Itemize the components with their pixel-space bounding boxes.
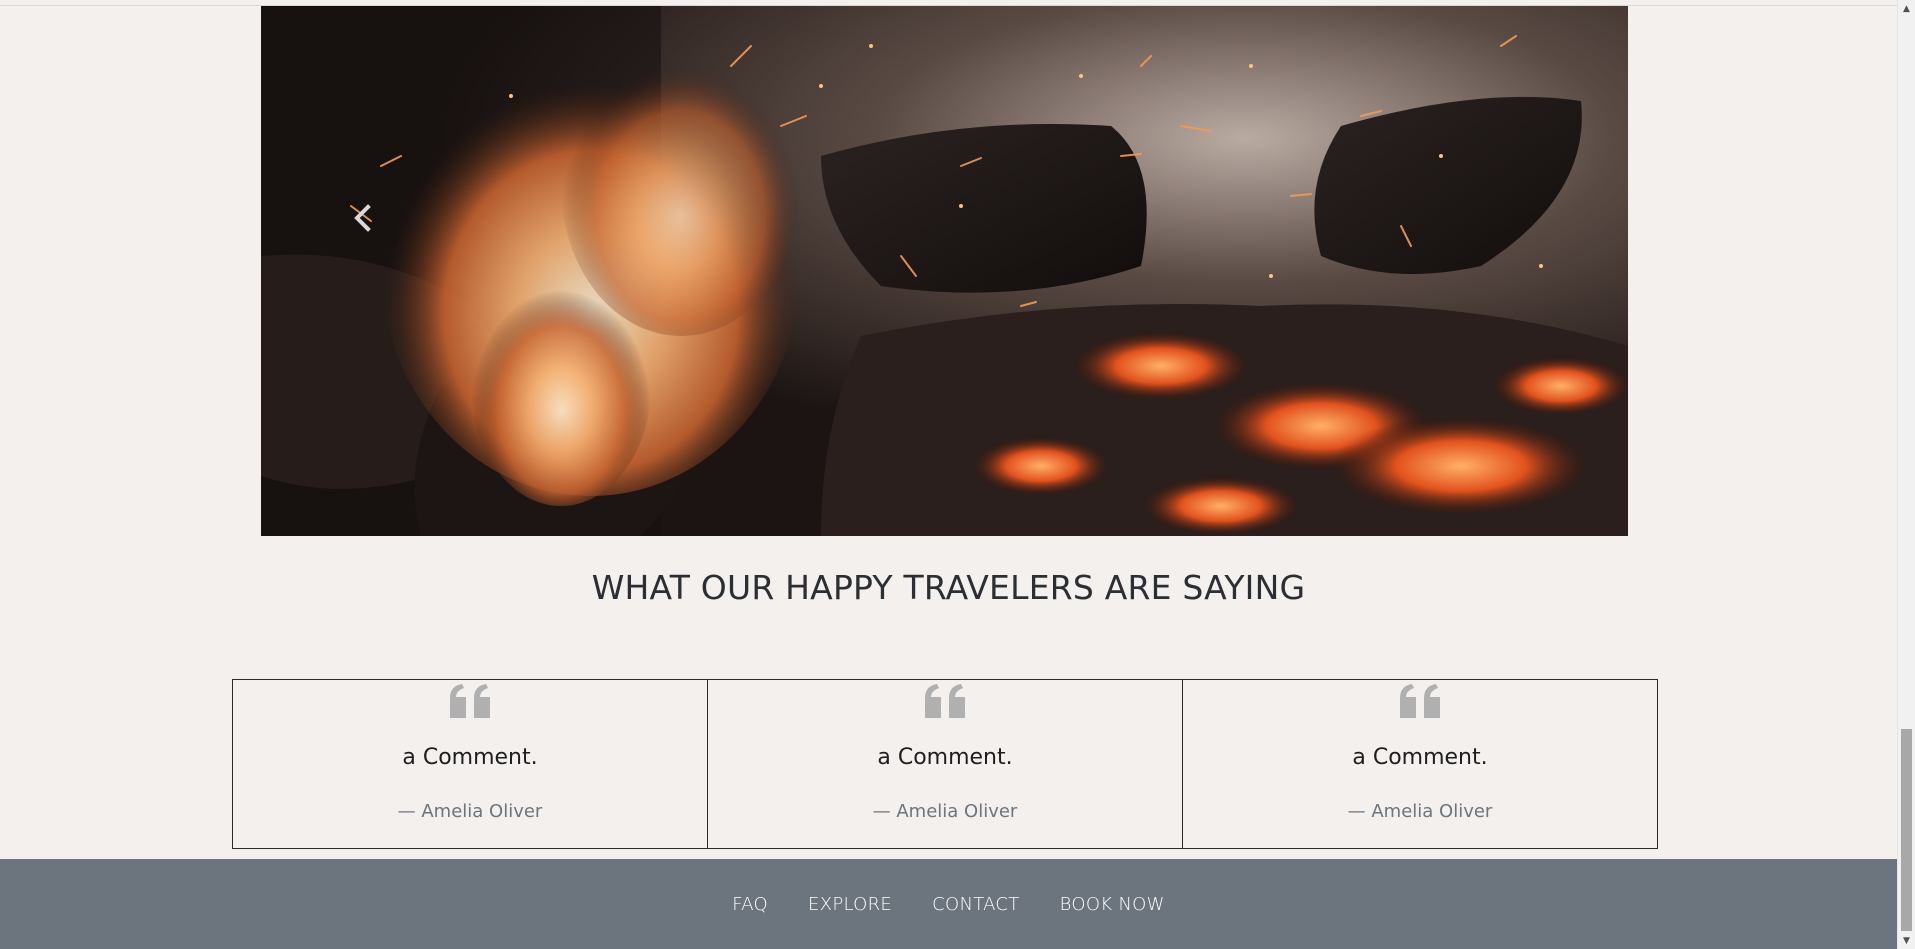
testimonial-card: a Comment. — Amelia Oliver [707, 679, 1183, 849]
testimonial-author: — Amelia Oliver [1347, 801, 1493, 822]
page: WHAT OUR HAPPY TRAVELERS ARE SAYING a Co… [0, 0, 1897, 949]
vertical-scrollbar[interactable]: ▲ ▼ [1897, 0, 1915, 949]
quote-icon [450, 684, 490, 718]
chevron-left-icon [354, 204, 371, 232]
footer-link-contact[interactable]: CONTACT [932, 894, 1019, 915]
scrollbar-thumb[interactable] [1901, 729, 1912, 931]
testimonial-comment: a Comment. [402, 745, 538, 770]
testimonials-row: a Comment. — Amelia Oliver a Comment. — … [232, 679, 1658, 849]
testimonial-card: a Comment. — Amelia Oliver [232, 679, 708, 849]
testimonial-author: — Amelia Oliver [397, 801, 543, 822]
testimonials-heading: WHAT OUR HAPPY TRAVELERS ARE SAYING [591, 568, 1306, 607]
testimonial-author: — Amelia Oliver [872, 801, 1018, 822]
scroll-up-arrow-icon[interactable]: ▲ [1898, 0, 1915, 17]
carousel-prev-button[interactable] [341, 196, 385, 240]
footer: FAQ EXPLORE CONTACT BOOK NOW [0, 859, 1897, 949]
footer-link-explore[interactable]: EXPLORE [808, 894, 892, 915]
quote-icon [1400, 684, 1440, 718]
testimonial-comment: a Comment. [1352, 745, 1488, 770]
footer-link-faq[interactable]: FAQ [732, 894, 768, 915]
testimonial-comment: a Comment. [877, 745, 1013, 770]
quote-icon [925, 684, 965, 718]
footer-link-book-now[interactable]: BOOK NOW [1060, 894, 1165, 915]
testimonial-card: a Comment. — Amelia Oliver [1182, 679, 1658, 849]
footer-nav: FAQ EXPLORE CONTACT BOOK NOW [0, 859, 1897, 949]
scroll-down-arrow-icon[interactable]: ▼ [1898, 932, 1915, 949]
image-carousel[interactable] [261, 6, 1628, 536]
carousel-image [261, 6, 1628, 536]
